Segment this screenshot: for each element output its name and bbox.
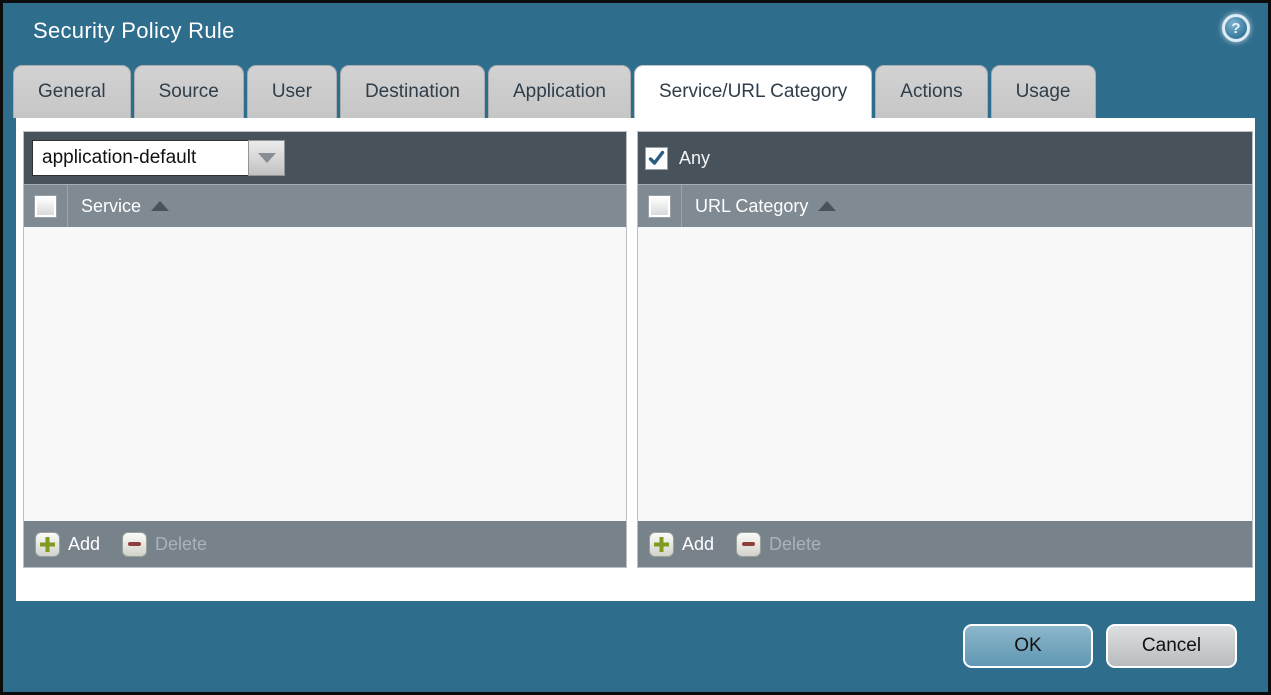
url-category-column-label[interactable]: URL Category: [695, 196, 808, 217]
url-category-list-area[interactable]: [638, 227, 1252, 521]
tab-user[interactable]: User: [246, 65, 337, 118]
service-type-input[interactable]: [32, 140, 248, 176]
service-add-button[interactable]: Add: [35, 531, 101, 557]
url-category-delete-button[interactable]: Delete: [736, 531, 822, 557]
tab-general[interactable]: General: [13, 65, 131, 118]
delete-minus-icon: [122, 531, 148, 557]
service-select-all-checkbox[interactable]: [34, 194, 57, 218]
url-category-column-header: URL Category: [638, 184, 1252, 227]
tab-bar: General Source User Destination Application S…: [13, 65, 1258, 118]
url-category-add-button[interactable]: Add: [649, 531, 715, 557]
service-footer-toolbar: Add Delete: [24, 521, 626, 567]
sort-asc-icon[interactable]: [818, 201, 837, 211]
header-divider: [67, 185, 68, 227]
tab-destination[interactable]: Destination: [339, 65, 485, 118]
any-checkbox-label[interactable]: Any: [679, 148, 710, 169]
service-list-area[interactable]: [24, 227, 626, 521]
add-plus-icon: [649, 531, 674, 557]
tab-service-url-category[interactable]: Service/URL Category: [633, 65, 873, 118]
dialog-content: Service Add Delete: [16, 118, 1255, 601]
tab-application[interactable]: Application: [488, 65, 631, 118]
delete-minus-icon: [736, 531, 762, 557]
url-category-panel: Any URL Category Add Delete: [637, 131, 1253, 568]
security-policy-rule-dialog: Security Policy Rule ? General Source User…: [0, 0, 1271, 695]
dialog-title: Security Policy Rule: [33, 18, 235, 43]
chevron-down-icon: [257, 153, 276, 163]
add-button-label: Add: [68, 533, 101, 554]
add-button-label: Add: [682, 533, 715, 554]
tab-actions[interactable]: Actions: [875, 65, 988, 118]
service-type-combo: [32, 140, 285, 176]
cancel-button[interactable]: Cancel: [1106, 624, 1237, 668]
tab-source[interactable]: Source: [133, 65, 244, 118]
service-column-header: Service: [24, 184, 626, 227]
add-plus-icon: [35, 531, 60, 557]
delete-button-label: Delete: [769, 533, 822, 554]
ok-button[interactable]: OK: [963, 624, 1093, 668]
header-divider: [681, 185, 682, 227]
service-toolbar: [24, 132, 626, 184]
url-category-select-all-checkbox[interactable]: [648, 194, 671, 218]
url-category-toolbar: Any: [638, 132, 1252, 184]
delete-button-label: Delete: [155, 533, 208, 554]
service-column-label[interactable]: Service: [81, 196, 141, 217]
help-icon[interactable]: ?: [1222, 14, 1250, 42]
any-checkbox[interactable]: [645, 146, 668, 170]
sort-asc-icon[interactable]: [151, 201, 170, 211]
service-delete-button[interactable]: Delete: [122, 531, 208, 557]
tab-usage[interactable]: Usage: [990, 65, 1096, 118]
service-type-dropdown-button[interactable]: [248, 140, 285, 176]
service-panel: Service Add Delete: [23, 131, 627, 568]
url-category-footer-toolbar: Add Delete: [638, 521, 1252, 567]
